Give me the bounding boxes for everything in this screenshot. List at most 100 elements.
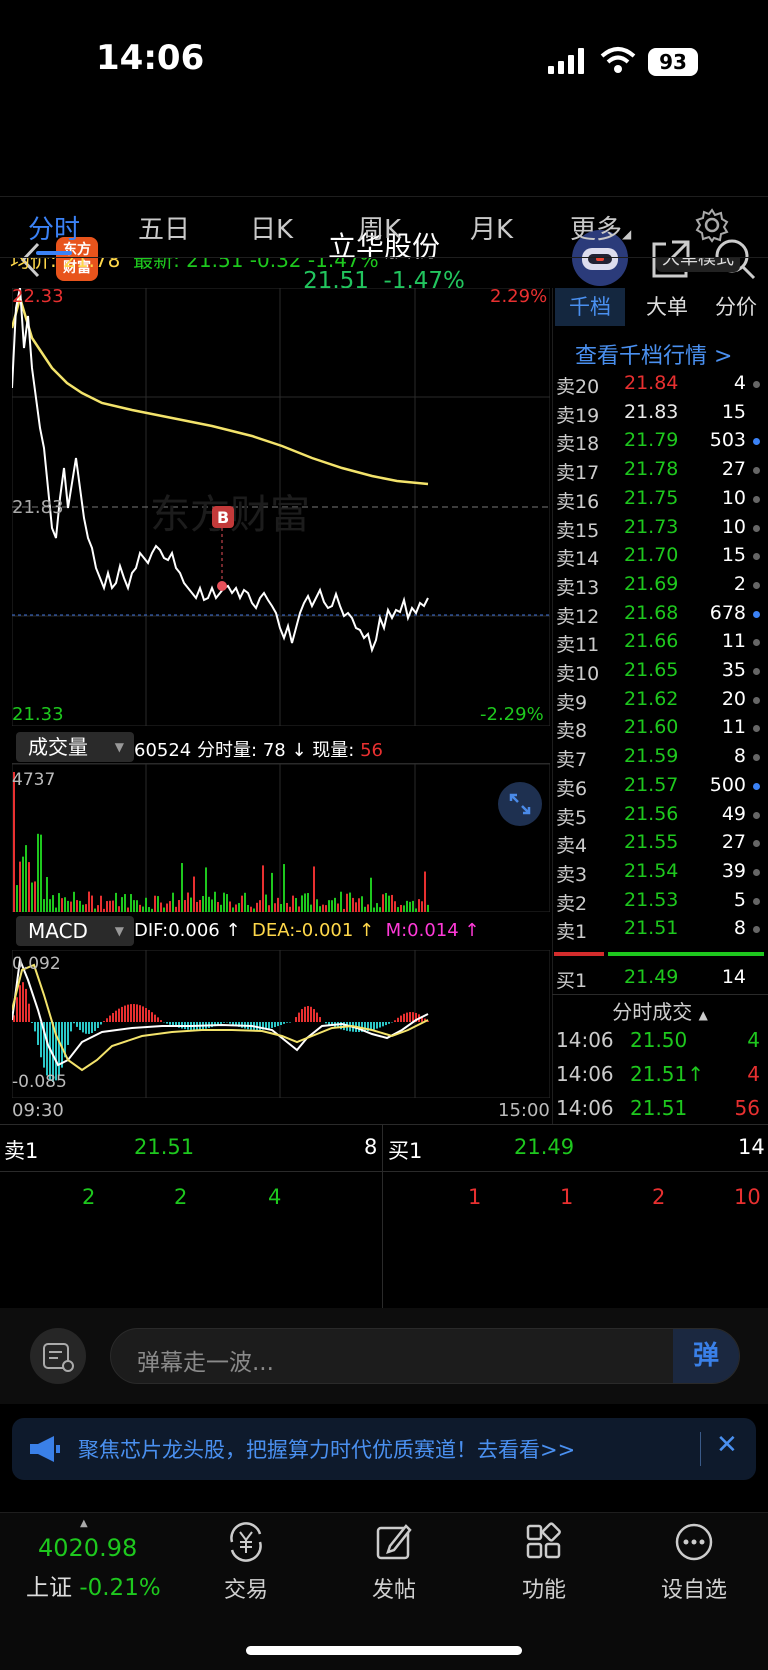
sell-level-row[interactable]: 卖16 21.75 10 — [554, 487, 764, 515]
sell-level-row[interactable]: 卖2 21.53 5 — [554, 889, 764, 917]
volume-bar — [271, 872, 273, 912]
tab-price-distribution[interactable]: 分价 — [703, 288, 768, 326]
sell-level-row[interactable]: 卖5 21.56 49 — [554, 803, 764, 831]
sell-level-row[interactable]: 卖9 21.62 20 — [554, 688, 764, 716]
dif-line — [12, 956, 429, 1067]
macd-chart[interactable] — [12, 950, 550, 1098]
index-value[interactable]: 4020.98 — [38, 1534, 137, 1562]
volume-bar — [406, 900, 408, 912]
buy1-row[interactable]: 买1 21.49 14 — [554, 966, 764, 994]
tab-more[interactable]: 更多◢ — [570, 209, 631, 246]
dea-line — [12, 963, 429, 1072]
danmaku-send-button[interactable]: 弹 — [673, 1329, 739, 1383]
expand-chart-button[interactable] — [498, 782, 542, 826]
tab-intraday[interactable]: 分时 — [28, 209, 80, 246]
tab-level-depth[interactable]: 千档 — [555, 288, 625, 326]
ticks-title[interactable]: 分时成交 ▲ — [552, 996, 768, 1025]
sell-level-row[interactable]: 卖3 21.54 39 — [554, 860, 764, 888]
macd-histogram-bar — [313, 1009, 315, 1022]
sell-level-row[interactable]: 卖10 21.65 35 — [554, 659, 764, 687]
volume-bar — [118, 906, 120, 912]
macd-histogram-bar — [220, 1022, 222, 1024]
volume-bar — [394, 901, 396, 912]
sell-queue-item: 4 — [268, 1185, 282, 1209]
view-depth-link[interactable]: 查看千档行情 > — [575, 338, 732, 370]
sell-level-row[interactable]: 卖4 21.55 27 — [554, 831, 764, 859]
latest-price-label: 最新: 21.51 -0.32 -1.47% — [133, 258, 379, 272]
volume-bar — [331, 900, 333, 912]
macd-histogram-bar — [40, 1022, 42, 1058]
volume-chart[interactable] — [12, 764, 550, 912]
intraday-price-chart[interactable]: 东方财富 B — [12, 288, 550, 726]
macd-histogram-bar — [304, 1006, 306, 1022]
volume-bar — [295, 898, 297, 912]
high-price-label: 22.33 — [12, 286, 64, 307]
macd-histogram-bar — [160, 1020, 162, 1022]
nav-post[interactable]: 发帖 — [334, 1520, 454, 1604]
macd-histogram-bar — [22, 982, 24, 1022]
status-bar: 14:06 93 — [0, 0, 768, 110]
volume-bar — [289, 906, 291, 912]
tab-large-orders[interactable]: 大单 — [637, 288, 697, 326]
volume-bar — [226, 894, 228, 912]
macd-histogram-bar — [274, 1022, 276, 1028]
macd-indicator-selector[interactable]: MACD ▼ — [16, 916, 134, 946]
sell-level-row[interactable]: 卖13 21.69 2 — [554, 573, 764, 601]
macd-stats: DIF:0.006 ↑ DEA:-0.001 ↑ M:0.014 ↑ — [134, 920, 480, 941]
sell-level-row[interactable]: 卖6 21.57 500 — [554, 774, 764, 802]
volume-bar — [163, 907, 165, 912]
index-info[interactable]: 上证 -0.21% — [26, 1568, 161, 1602]
nav-add-watchlist[interactable]: 设自选 — [634, 1520, 754, 1604]
sell-level-row[interactable]: 卖7 21.59 8 — [554, 745, 764, 773]
sell-level-row[interactable]: 卖18 21.79 503 — [554, 429, 764, 457]
volume-bar — [64, 897, 66, 912]
sell-level-row[interactable]: 卖1 21.51 8 — [554, 917, 764, 945]
volume-bar — [142, 906, 144, 912]
sell-level-row[interactable]: 卖12 21.68 678 — [554, 602, 764, 630]
volume-bar — [166, 903, 168, 912]
macd-histogram-bar — [103, 1021, 105, 1022]
volume-bar — [373, 907, 375, 912]
large-order-mode-button[interactable]: 大单模式 — [620, 258, 760, 272]
tab-daily-k[interactable]: 日K — [250, 209, 293, 246]
macd-histogram-bar — [271, 1022, 273, 1028]
volume-bar — [148, 907, 150, 912]
sell-level-row[interactable]: 卖14 21.70 15 — [554, 544, 764, 572]
sell-level-row[interactable]: 卖11 21.66 11 — [554, 630, 764, 658]
sell-level-row[interactable]: 卖19 21.83 15 — [554, 401, 764, 429]
macd-histogram-bar — [16, 997, 18, 1022]
macd-histogram-bar — [127, 1004, 129, 1022]
danmaku-settings-button[interactable] — [30, 1328, 86, 1384]
expand-arrow-icon[interactable]: ▲ — [80, 1518, 92, 1529]
macd-histogram-bar — [34, 1022, 36, 1032]
promo-banner[interactable]: 聚焦芯片龙头股，把握算力时代优质赛道！去看看>> ✕ — [12, 1418, 756, 1480]
macd-histogram-bar — [46, 1022, 48, 1076]
sell-level-row[interactable]: 卖20 21.84 4 — [554, 372, 764, 400]
macd-histogram-bar — [58, 1022, 60, 1076]
macd-histogram-bar — [82, 1022, 84, 1033]
sell-level-row[interactable]: 卖15 21.73 10 — [554, 516, 764, 544]
sell-level-row[interactable]: 卖17 21.78 27 — [554, 458, 764, 486]
nav-trade[interactable]: 交易 — [186, 1520, 306, 1604]
volume-bar — [184, 900, 186, 912]
volume-bar — [22, 856, 24, 912]
macd-histogram-bar — [379, 1022, 381, 1028]
active-tab-indicator — [36, 251, 72, 255]
volume-indicator-selector[interactable]: 成交量 ▼ — [16, 732, 134, 762]
tab-monthly-k[interactable]: 月K — [470, 209, 513, 246]
volume-bar — [247, 904, 249, 912]
nav-functions[interactable]: 功能 — [484, 1520, 604, 1604]
close-banner-icon[interactable]: ✕ — [716, 1430, 738, 1460]
tab-weekly-k[interactable]: 周K — [358, 209, 401, 246]
sell-level-row[interactable]: 卖8 21.60 11 — [554, 716, 764, 744]
avg-price-label: 均价: 21.78 — [10, 258, 121, 272]
volume-bar — [139, 904, 141, 912]
macd-histogram-bar — [307, 1006, 309, 1022]
volume-header: 成交量 ▼ 60524 分时量: 78 ↓ 现量: 56 — [12, 730, 550, 764]
volume-bar — [190, 897, 192, 912]
settings-gear-icon[interactable] — [694, 207, 730, 243]
macd-histogram-bar — [154, 1014, 156, 1022]
tab-5day[interactable]: 五日 — [138, 209, 190, 246]
danmaku-input[interactable]: 弹幕走一波... 弹 — [110, 1328, 740, 1384]
macd-histogram-bar — [28, 1003, 30, 1022]
